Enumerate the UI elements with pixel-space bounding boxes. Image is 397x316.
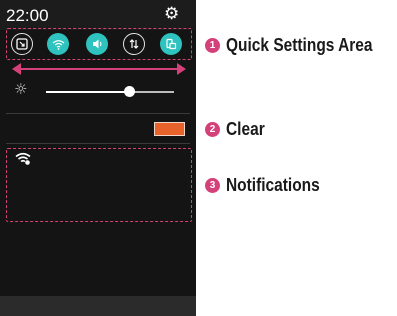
scroll-right-arrow-icon — [177, 63, 186, 75]
callout-clear: 2 Clear — [205, 119, 271, 140]
rotation-icon[interactable] — [160, 33, 182, 55]
brightness-slider-fill — [46, 91, 130, 93]
callout-label: Notifications — [226, 175, 320, 195]
callout-label: Clear — [226, 119, 265, 139]
sound-glyph — [92, 39, 101, 49]
screen-capture-icon[interactable] — [11, 33, 33, 55]
callout-number: 3 — [205, 178, 220, 193]
clear-button[interactable] — [154, 122, 185, 136]
gear-icon[interactable]: ⚙ — [164, 5, 179, 23]
panel-bottom-handle[interactable] — [0, 296, 196, 316]
wifi-glyph — [52, 39, 64, 50]
data-icon[interactable] — [123, 33, 145, 55]
callout-quick-settings: 1 Quick Settings Area — [205, 35, 396, 56]
callout-number: 1 — [205, 38, 220, 53]
wifi-icon[interactable] — [47, 33, 69, 55]
divider — [6, 113, 190, 114]
brightness-slider[interactable] — [46, 91, 174, 93]
divider — [6, 143, 190, 144]
brightness-slider-thumb[interactable] — [123, 86, 135, 97]
callout-label: Quick Settings Area — [226, 35, 373, 55]
callout-notifications: 3 Notifications — [205, 175, 335, 196]
screen-capture-glyph — [16, 38, 28, 50]
data-glyph — [129, 39, 139, 49]
brightness-icon: ☼ — [14, 80, 28, 98]
left-right-arrow-icon — [18, 68, 180, 70]
notifications-highlight — [6, 148, 192, 222]
status-time: 22:00 — [6, 6, 49, 25]
status-bar: 22:00 ⚙ — [0, 0, 196, 30]
notification-panel: 22:00 ⚙ ☼ — [0, 0, 196, 316]
rotation-glyph — [166, 38, 177, 50]
wifi-notification-icon[interactable] — [15, 152, 31, 168]
wifi-notification-glyph — [15, 152, 31, 165]
callout-number: 2 — [205, 122, 220, 137]
sound-icon[interactable] — [86, 33, 108, 55]
